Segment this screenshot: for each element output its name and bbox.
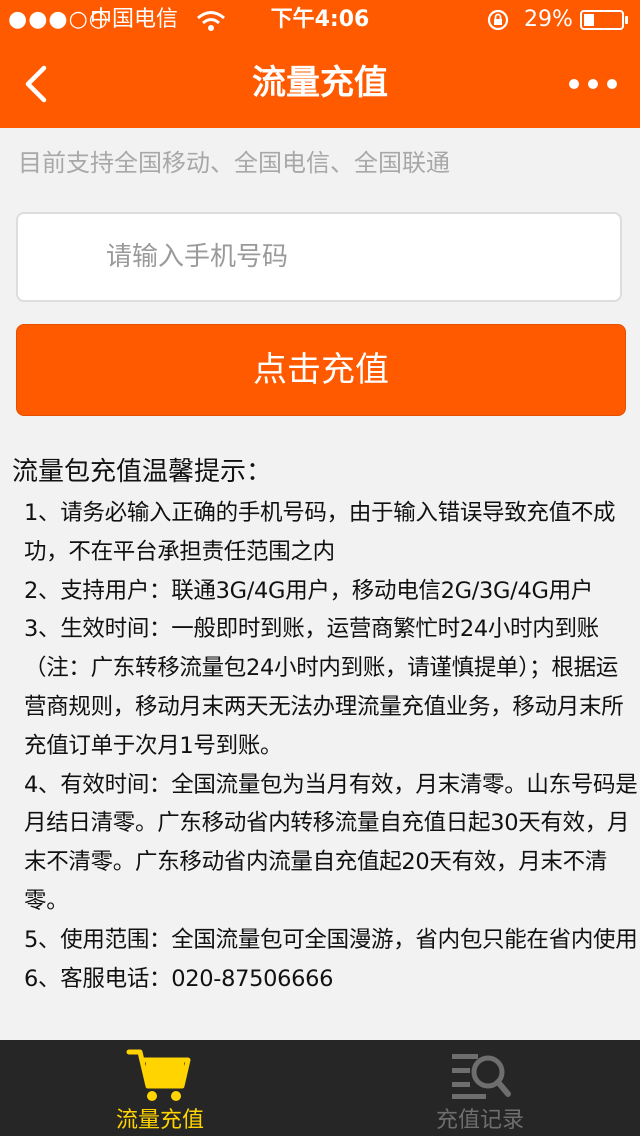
support-note: 目前支持全国移动、全国电信、全国联通 xyxy=(18,149,450,177)
tip-item: 3、生效时间：一般即时到账，运营商繁忙时24小时内到账（注：广东转移流量包24小… xyxy=(24,616,624,759)
tip-item: 1、请务必输入正确的手机号码，由于输入错误导致充值不成功，不在平台承担责任范围之… xyxy=(24,500,616,565)
status-bar: ●●●○○ 中国电信 下午4:06 29% xyxy=(0,0,640,40)
tip-item: 4、有效时间：全国流量包为当月有效，月末清零。山东号码是月结日清零。广东移动省内… xyxy=(24,771,638,914)
tip-item: 2、支持用户：联通3G/4G用户，移动电信2G/3G/4G用户 xyxy=(24,577,594,604)
rotation-lock-icon xyxy=(487,9,509,31)
cart-icon xyxy=(126,1049,191,1101)
tip-item: 5、使用范围：全国流量包可全国漫游，省内包只能在省内使用 xyxy=(24,926,638,953)
tab-recharge-label: 流量充值 xyxy=(115,1108,204,1133)
battery-tip xyxy=(625,16,628,24)
page-title: 流量充值 xyxy=(252,63,388,103)
tab-bar: 流量充值 充值记录 xyxy=(0,1040,640,1136)
more-horizontal-icon[interactable] xyxy=(568,74,618,94)
recharge-button[interactable]: 点击充值 xyxy=(16,324,626,416)
tips-title: 流量包充值温馨提示： xyxy=(12,457,273,487)
nav-bar: 流量充值 xyxy=(0,40,640,128)
tab-records[interactable]: 充值记录 xyxy=(320,1040,640,1136)
tips-list: 1、请务必输入正确的手机号码，由于输入错误导致充值不成功，不在平台承担责任范围之… xyxy=(24,494,638,998)
battery-percent: 29% xyxy=(524,7,573,32)
search-list-icon xyxy=(452,1054,511,1099)
phone-number-input[interactable] xyxy=(16,212,622,302)
tab-records-label: 充值记录 xyxy=(435,1108,524,1133)
tab-recharge[interactable]: 流量充值 xyxy=(0,1040,320,1136)
battery-fill xyxy=(584,14,594,26)
tip-item: 6、客服电话：020-87506666 xyxy=(24,965,334,992)
battery-icon xyxy=(580,10,624,30)
